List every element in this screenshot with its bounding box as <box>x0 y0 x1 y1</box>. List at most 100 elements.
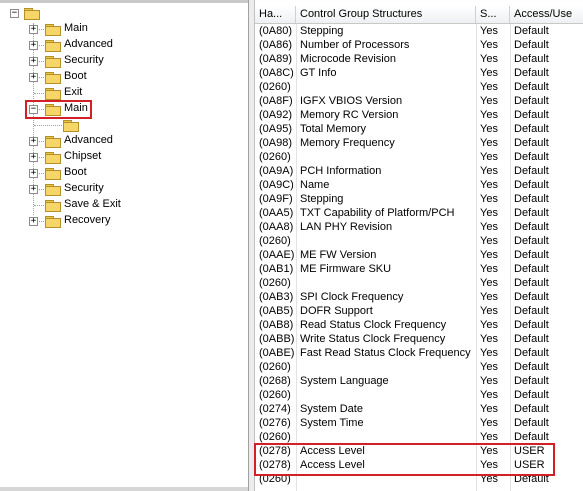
collapse-minus-icon[interactable]: − <box>10 9 19 18</box>
cell-access-use: Default <box>514 123 549 135</box>
cell-hash: (0AB3) <box>259 291 294 303</box>
table-row[interactable]: (0AA8) LAN PHY Revision Yes Default <box>255 220 583 234</box>
tree-node[interactable]: + Advanced <box>0 133 240 149</box>
header-s[interactable]: S... <box>476 6 510 23</box>
cell-control-group: Name <box>300 179 330 191</box>
tree-node[interactable] <box>0 117 240 133</box>
table-row[interactable]: (0A9C) Name Yes Default <box>255 178 583 192</box>
tree-node[interactable]: − <box>0 5 240 21</box>
cell-access-use: Default <box>514 305 549 317</box>
table-row[interactable]: (0260) Yes Default <box>255 234 583 248</box>
table-row[interactable]: (0AB5) DOFR Support Yes Default <box>255 304 583 318</box>
table-row[interactable]: (0AA5) TXT Capability of Platform/PCH Yes D… <box>255 206 583 220</box>
tree-node-label: Security <box>64 182 104 194</box>
expand-plus-icon[interactable]: + <box>29 137 38 146</box>
tree-node[interactable]: + Boot <box>0 165 240 181</box>
table-row[interactable]: (0AB3) SPI Clock Frequency Yes Default <box>255 290 583 304</box>
tree-node[interactable]: + Main <box>0 21 240 37</box>
table-row[interactable]: (0A92) Memory RC Version Yes Default <box>255 108 583 122</box>
table-row[interactable]: (0260) Yes Default <box>255 430 583 444</box>
tree-node-label: Advanced <box>64 38 113 50</box>
expand-plus-icon[interactable]: + <box>29 153 38 162</box>
table-row[interactable]: (0ABE) Fast Read Status Clock Frequency Ye… <box>255 346 583 360</box>
tree-node[interactable]: Save & Exit <box>0 197 240 213</box>
cell-access-use: Default <box>514 39 549 51</box>
cell-access-use: Default <box>514 431 549 443</box>
expand-plus-icon[interactable]: + <box>29 73 38 82</box>
table-row[interactable]: (0A8F) IGFX VBIOS Version Yes Default <box>255 94 583 108</box>
expand-plus-icon[interactable]: + <box>29 41 38 50</box>
tree-scrollbar-strip[interactable] <box>0 487 248 491</box>
tree-node-label: Advanced <box>64 134 113 146</box>
cell-access-use: Default <box>514 221 549 233</box>
table-row[interactable]: (0A9F) Stepping Yes Default <box>255 192 583 206</box>
cell-s: Yes <box>480 375 498 387</box>
cell-s: Yes <box>480 235 498 247</box>
expand-plus-icon[interactable]: + <box>29 169 38 178</box>
cell-hash: (0AB8) <box>259 319 294 331</box>
tree-node[interactable]: + Security <box>0 53 240 69</box>
cell-access-use: Default <box>514 235 549 247</box>
cell-hash: (0A8F) <box>259 95 293 107</box>
header-access-use[interactable]: Access/Use <box>510 6 583 23</box>
table-row[interactable]: (0A86) Number of Processors Yes Default <box>255 38 583 52</box>
tree-node[interactable]: Exit <box>0 85 240 101</box>
table-row[interactable]: (0260) Yes Default <box>255 360 583 374</box>
table-row[interactable]: (0268) System Language Yes Default <box>255 374 583 388</box>
cell-hash: (0260) <box>259 361 291 373</box>
folder-icon <box>45 168 61 180</box>
tree-node[interactable]: + Advanced <box>0 37 240 53</box>
cell-control-group: Write Status Clock Frequency <box>300 333 446 345</box>
table-row[interactable]: (0A8C) GT Info Yes Default <box>255 66 583 80</box>
table-row[interactable]: (0260) Yes Default <box>255 150 583 164</box>
table-row[interactable]: (0260) Yes Default <box>255 80 583 94</box>
cell-hash: (0A9A) <box>259 165 294 177</box>
cell-access-use: Default <box>514 137 549 149</box>
cell-s: Yes <box>480 305 498 317</box>
table-row[interactable]: (0A95) Total Memory Yes Default <box>255 122 583 136</box>
table-row[interactable]: (0276) System Time Yes Default <box>255 416 583 430</box>
table-row[interactable]: (0AB8) Read Status Clock Frequency Yes Defa… <box>255 318 583 332</box>
tree-node-label: Security <box>64 54 104 66</box>
expand-plus-icon[interactable]: + <box>29 217 38 226</box>
cell-s: Yes <box>480 389 498 401</box>
table-row[interactable]: (0260) Yes Default <box>255 388 583 402</box>
cell-s: Yes <box>480 193 498 205</box>
cell-access-use: Default <box>514 95 549 107</box>
tree-node[interactable]: + Boot <box>0 69 240 85</box>
tree-node[interactable]: + Recovery <box>0 213 240 229</box>
expand-plus-icon[interactable]: + <box>29 25 38 34</box>
tree-node[interactable]: + Chipset <box>0 149 240 165</box>
header-hash[interactable]: Ha... <box>255 6 296 23</box>
cell-hash: (0A9F) <box>259 193 293 205</box>
cell-access-use: Default <box>514 389 549 401</box>
expand-plus-icon[interactable]: + <box>29 185 38 194</box>
table-row[interactable]: (0ABB) Write Status Clock Frequency Yes Def… <box>255 332 583 346</box>
cell-hash: (0260) <box>259 151 291 163</box>
table-row[interactable]: (0274) System Date Yes Default <box>255 402 583 416</box>
cell-s: Yes <box>480 95 498 107</box>
cell-access-use: Default <box>514 319 549 331</box>
table-row[interactable]: (0260) Yes Default <box>255 276 583 290</box>
table-row[interactable]: (0A89) Microcode Revision Yes Default <box>255 52 583 66</box>
folder-icon <box>45 72 61 84</box>
folder-body <box>45 42 61 52</box>
cell-hash: (0AA8) <box>259 221 294 233</box>
cell-control-group: Read Status Clock Frequency <box>300 319 447 331</box>
cell-hash: (0A92) <box>259 109 293 121</box>
header-control-group-structures[interactable]: Control Group Structures <box>296 6 476 23</box>
cell-control-group: Stepping <box>300 193 344 205</box>
expand-plus-icon[interactable]: + <box>29 57 38 66</box>
folder-body <box>63 122 79 132</box>
table-row[interactable]: (0A80) Stepping Yes Default <box>255 24 583 38</box>
cell-control-group <box>296 430 476 444</box>
table-row[interactable]: (0A9A) PCH Information Yes Default <box>255 164 583 178</box>
table-row[interactable]: (0A98) Memory Frequency Yes Default <box>255 136 583 150</box>
table-row[interactable]: (0AAE) ME FW Version Yes Default <box>255 248 583 262</box>
tree-node[interactable]: + Security <box>0 181 240 197</box>
cell-s: Yes <box>480 67 498 79</box>
table-row[interactable]: (0AB1) ME Firmware SKU Yes Default <box>255 262 583 276</box>
cell-s: Yes <box>480 333 498 345</box>
folder-body <box>45 58 61 68</box>
cell-access-use: Default <box>514 347 549 359</box>
